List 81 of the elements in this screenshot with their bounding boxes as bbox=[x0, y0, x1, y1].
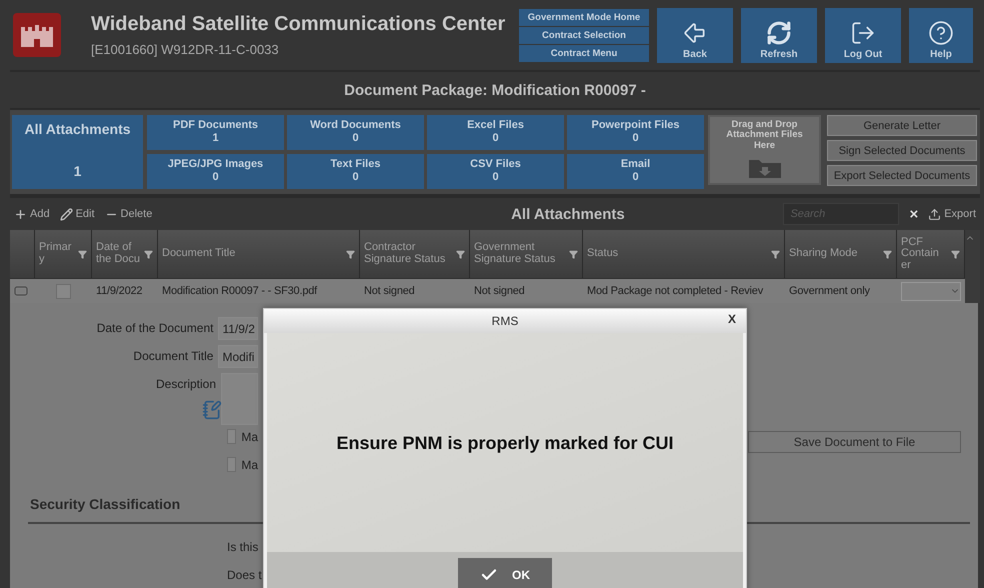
filter-icon[interactable] bbox=[951, 250, 960, 258]
package-title: Document Package: Modification R00097 - bbox=[344, 82, 646, 98]
category-tile[interactable]: Word Documents 0 bbox=[287, 115, 424, 150]
nav-link[interactable]: Contract Selection bbox=[519, 26, 649, 44]
nav-link[interactable]: Government Mode Home bbox=[519, 8, 649, 26]
contract-number: [E1001660] W912DR-11-C-0033 bbox=[91, 42, 280, 57]
upload-icon bbox=[928, 208, 942, 220]
table-cell: Government only bbox=[785, 278, 897, 303]
column-header[interactable]: Document Title bbox=[158, 230, 360, 278]
side-button[interactable]: Export Selected Documents bbox=[827, 165, 977, 186]
field-label: Date of the Document bbox=[96, 320, 214, 335]
checkbox-label: Ma bbox=[241, 458, 258, 472]
logout-icon bbox=[850, 20, 876, 46]
checkbox-label: Ma bbox=[241, 430, 258, 444]
category-tile[interactable]: CSV Files 0 bbox=[427, 154, 564, 189]
category-tile[interactable]: Excel Files 0 bbox=[427, 115, 564, 150]
ok-button[interactable]: OK bbox=[458, 558, 552, 588]
refresh-icon bbox=[766, 20, 792, 46]
folder-icon bbox=[748, 157, 782, 179]
question-text: Is this bbox=[227, 540, 258, 554]
column-header[interactable]: PCF Contain er bbox=[897, 230, 965, 278]
column-header[interactable]: Contractor Signature Status bbox=[360, 230, 470, 278]
help-icon bbox=[928, 20, 954, 46]
help-button[interactable]: Help bbox=[909, 8, 973, 62]
field-label: Document Title bbox=[132, 348, 214, 363]
header-corner bbox=[10, 230, 35, 278]
section-heading: Security Classification bbox=[30, 496, 182, 514]
description-field[interactable] bbox=[221, 373, 258, 425]
filter-icon[interactable] bbox=[883, 250, 892, 258]
checkbox[interactable] bbox=[227, 457, 236, 472]
field-label: Description bbox=[154, 376, 216, 391]
filter-icon[interactable] bbox=[569, 250, 578, 258]
filter-icon[interactable] bbox=[78, 250, 87, 258]
nav-link[interactable]: Contract Menu bbox=[519, 44, 649, 62]
category-tile[interactable]: PDF Documents 1 bbox=[147, 115, 284, 150]
grid-title: All Attachments bbox=[510, 206, 626, 222]
input-field[interactable]: 11/9/2 bbox=[218, 317, 258, 340]
table-cell: Modification R00097 - - SF30.pdf bbox=[158, 278, 360, 303]
table-cell: Mod Package not completed - Reviev bbox=[583, 278, 785, 303]
table-cell: Not signed bbox=[470, 278, 583, 303]
notebook-icon[interactable] bbox=[202, 400, 222, 420]
filter-icon[interactable] bbox=[346, 250, 355, 258]
primary-checkbox[interactable] bbox=[56, 284, 71, 298]
pencil-icon bbox=[60, 208, 73, 220]
column-header[interactable]: Date of the Docu bbox=[92, 230, 158, 278]
castle-logo bbox=[13, 13, 61, 57]
side-button[interactable]: Sign Selected Documents bbox=[827, 140, 977, 161]
add-button[interactable]: Add bbox=[14, 208, 50, 220]
table-cell: 11/9/2022 bbox=[92, 278, 158, 303]
plus-icon bbox=[14, 208, 27, 220]
refresh-button[interactable]: Refresh bbox=[741, 8, 817, 62]
edit-button[interactable]: Edit bbox=[60, 208, 95, 220]
column-header[interactable]: Status bbox=[583, 230, 785, 278]
question-text: Does t bbox=[227, 568, 262, 582]
logout-button[interactable]: Log Out bbox=[825, 8, 901, 62]
category-tile[interactable]: JPEG/JPG Images 0 bbox=[147, 154, 284, 189]
save-document-button[interactable]: Save Document to File bbox=[748, 431, 961, 453]
filter-icon[interactable] bbox=[771, 250, 780, 258]
table-cell: Not signed bbox=[360, 278, 470, 303]
scrollbar[interactable] bbox=[965, 230, 980, 278]
category-tile[interactable]: Email 0 bbox=[567, 154, 704, 189]
export-button[interactable]: Export bbox=[928, 208, 976, 220]
filter-icon[interactable] bbox=[144, 250, 153, 258]
close-button[interactable]: X bbox=[728, 312, 736, 326]
clear-button[interactable]: × bbox=[909, 206, 918, 222]
column-header[interactable]: Sharing Mode bbox=[785, 230, 897, 278]
input-field[interactable]: Modifi bbox=[218, 345, 258, 368]
category-tile[interactable]: Powerpoint Files 0 bbox=[567, 115, 704, 150]
dialog-message: Ensure PNM is properly marked for CUI bbox=[335, 433, 675, 454]
category-tile[interactable]: All Attachments 1 bbox=[12, 115, 143, 189]
checkbox[interactable] bbox=[227, 429, 236, 444]
column-header[interactable]: Primar y bbox=[35, 230, 92, 278]
back-button[interactable]: Back bbox=[657, 8, 733, 62]
row-indicator-icon bbox=[14, 286, 28, 296]
side-button[interactable]: Generate Letter bbox=[827, 115, 977, 136]
dialog-title: RMS bbox=[492, 314, 518, 328]
column-header[interactable]: Government Signature Status bbox=[470, 230, 583, 278]
category-tile[interactable]: Text Files 0 bbox=[287, 154, 424, 189]
delete-button[interactable]: Delete bbox=[104, 208, 152, 220]
drop-zone[interactable]: Drag and Drop Attachment Files Here bbox=[708, 115, 821, 185]
filter-icon[interactable] bbox=[456, 250, 465, 258]
